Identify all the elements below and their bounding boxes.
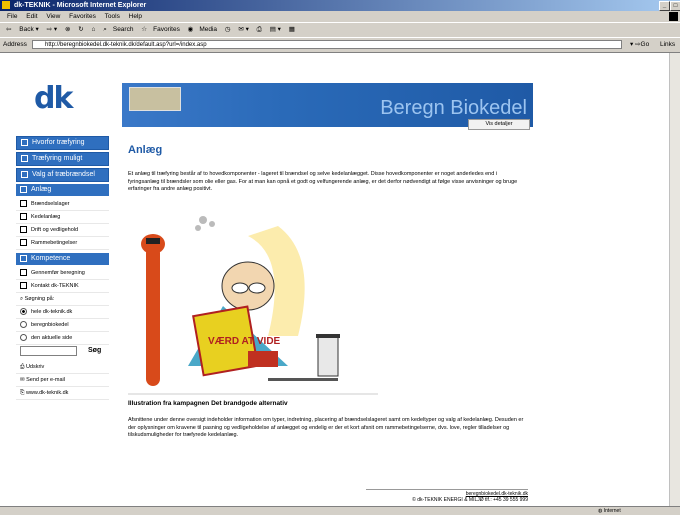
nav-anlaeg[interactable]: Anlæg: [16, 184, 109, 196]
title-bar: dk-TEKNIK - Microsoft Internet Explorer …: [0, 0, 680, 11]
print-link[interactable]: ⎙ Udskriv: [16, 361, 109, 374]
dk-logo[interactable]: dk: [34, 84, 94, 114]
menu-favorites[interactable]: Favorites: [69, 13, 96, 20]
nav-item-braendselslager[interactable]: Brændselslager: [16, 198, 109, 211]
window-title: dk-TEKNIK - Microsoft Internet Explorer: [13, 2, 147, 9]
menu-help[interactable]: Help: [129, 13, 142, 20]
address-bar: Address http://beregnbiokedel.dk-teknik.…: [0, 37, 680, 53]
menu-tools[interactable]: Tools: [105, 13, 120, 20]
links-button[interactable]: Links: [660, 38, 675, 52]
discuss-icon[interactable]: ▦: [289, 26, 295, 33]
item-icon: [20, 282, 27, 290]
menu-view[interactable]: View: [46, 13, 60, 20]
expand-icon: [21, 154, 28, 162]
item-icon: [20, 213, 27, 221]
maximize-button[interactable]: □: [670, 1, 680, 11]
footer: beregnbiokedel.dk-teknik.dk © dk-TEKNIK …: [366, 489, 528, 503]
search-option-hele[interactable]: hele dk-teknik.dk: [16, 306, 109, 319]
nav-traefyring-muligt[interactable]: Træfyring muligt: [16, 152, 109, 166]
address-label: Address: [3, 41, 27, 48]
collapse-icon: [20, 185, 27, 193]
search-option-aktuelle-side[interactable]: den aktuelle side: [16, 332, 109, 345]
search-button[interactable]: ⌕ Search: [103, 26, 133, 33]
page-title: Anlæg: [128, 144, 163, 156]
item-icon: [20, 226, 27, 234]
vertical-scrollbar[interactable]: [669, 53, 680, 506]
expand-icon: [21, 138, 28, 146]
email-link[interactable]: ✉ Send per e-mail: [16, 374, 109, 387]
home-icon[interactable]: ⌂: [91, 26, 95, 33]
expand-icon: [21, 170, 28, 178]
page-content: dk Beregn Biokedel Vis detaljer Hvorfor …: [0, 53, 670, 506]
nav-kontakt[interactable]: Kontakt dk-TEKNIK: [16, 280, 109, 293]
go-button[interactable]: ▾ ⇨Go: [630, 38, 649, 52]
sidebar-nav: Hvorfor træfyring Træfyring muligt Valg …: [16, 136, 109, 400]
body-text: Afsnittene under denne oversigt indehold…: [128, 417, 524, 438]
nav-item-drift[interactable]: Drift og vedligehold: [16, 224, 109, 237]
website-link[interactable]: ⎘ www.dk-teknik.dk: [16, 387, 109, 400]
mail-icon[interactable]: ✉ ▾: [238, 26, 249, 33]
search-option-beregnbiokedel[interactable]: beregnbiokedel: [16, 319, 109, 332]
nav-kompetence[interactable]: Kompetence: [16, 253, 109, 265]
nav-item-kedelanlaeg[interactable]: Kedelanlæg: [16, 211, 109, 224]
nav-gennemfoer-beregning[interactable]: Gennemfør beregning: [16, 267, 109, 280]
search-row: Søg: [16, 345, 109, 357]
refresh-icon[interactable]: ↻: [78, 26, 83, 33]
windows-logo-icon: [669, 12, 678, 21]
media-button[interactable]: ◉ Media: [188, 26, 217, 33]
item-icon: [20, 200, 27, 208]
illustration-caption: Illustration fra kampagnen Det brandgode…: [128, 400, 288, 407]
search-input[interactable]: [20, 346, 77, 356]
nav-valg-traebraendsel[interactable]: Valg af træbrændsel: [16, 168, 109, 182]
item-icon: [20, 239, 27, 247]
nav-item-rammebetingelser[interactable]: Rammebetingelser: [16, 237, 109, 250]
intro-text: Et anlæg til træfyring består af to hove…: [128, 171, 518, 192]
book-text: VÆRD AT VIDE: [208, 336, 281, 347]
item-icon: [20, 269, 27, 277]
radio-selected[interactable]: [20, 308, 27, 316]
forward-button[interactable]: ⇨ ▾: [47, 26, 58, 33]
stop-icon[interactable]: ⊗: [65, 26, 70, 33]
banner-title: Beregn Biokedel: [380, 97, 527, 119]
footer-address: © dk-TEKNIK ENERGI & MILJØ tlf.: +45 39 …: [412, 497, 528, 503]
details-button[interactable]: Vis detaljer: [468, 119, 530, 130]
edit-icon[interactable]: ▤ ▾: [270, 26, 281, 33]
menu-file[interactable]: File: [7, 13, 17, 20]
nav-hvorfor[interactable]: Hvorfor træfyring: [16, 136, 109, 150]
favorites-button[interactable]: ☆ Favorites: [141, 26, 180, 33]
back-button[interactable]: ⇦ Back ▾: [6, 26, 39, 33]
print-icon[interactable]: ⎙: [257, 26, 262, 33]
search-label: ⌕ Søgning på:: [16, 293, 109, 306]
menu-bar: File Edit View Favorites Tools Help: [0, 11, 680, 22]
radio[interactable]: [20, 334, 27, 342]
search-button[interactable]: Søg: [88, 345, 101, 357]
banner-pellets-image: [129, 87, 181, 111]
ie-icon: [2, 1, 10, 9]
menu-edit[interactable]: Edit: [26, 13, 37, 20]
radio[interactable]: [20, 321, 27, 329]
minimize-button[interactable]: _: [659, 1, 670, 11]
address-input[interactable]: http://beregnbiokedel.dk-teknik.dk/defau…: [32, 40, 622, 49]
toolbar: ⇦ Back ▾ ⇨ ▾ ⊗ ↻ ⌂ ⌕ Search ☆ Favorites ◉ M…: [0, 22, 680, 37]
campaign-illustration: VÆRD AT VIDE: [128, 216, 378, 395]
history-icon[interactable]: ◷: [225, 26, 231, 33]
expand-icon: [20, 254, 27, 262]
